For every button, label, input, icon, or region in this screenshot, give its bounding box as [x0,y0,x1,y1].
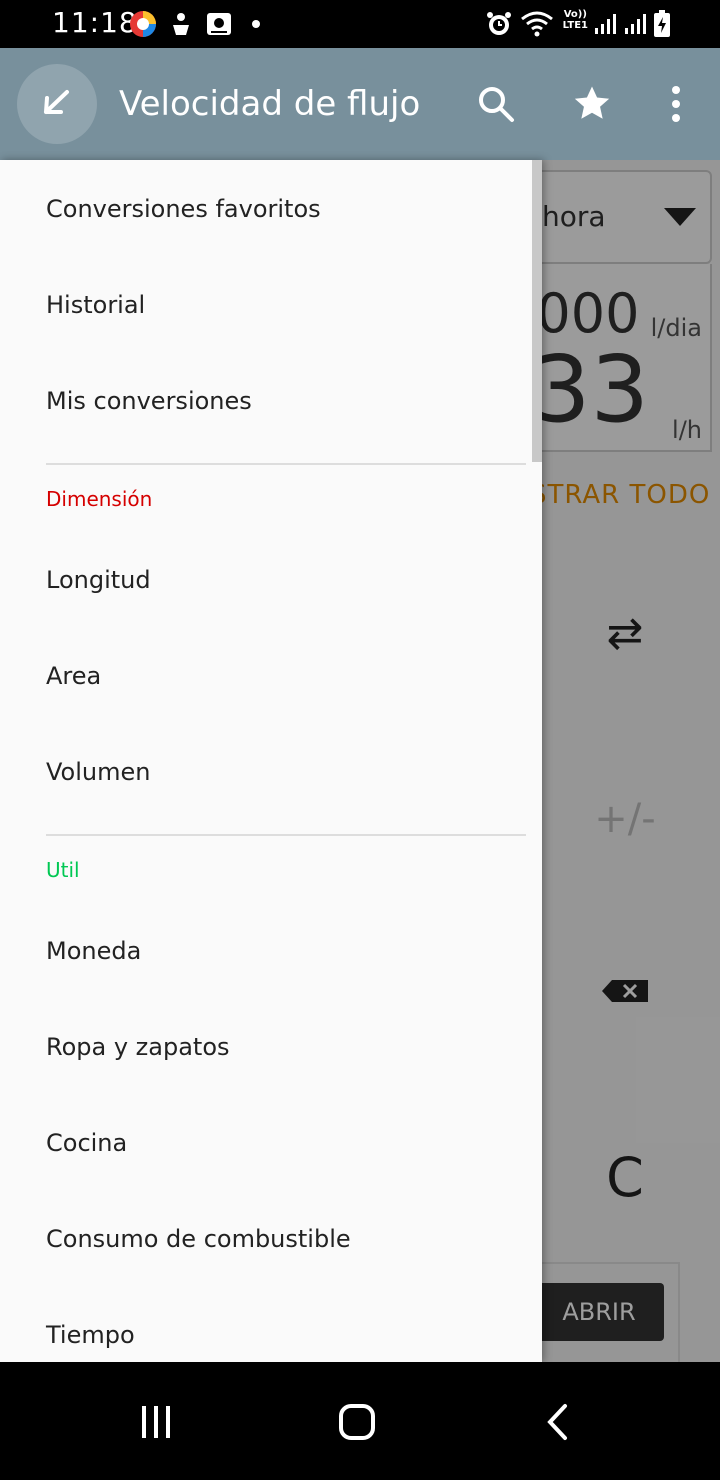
home-icon [339,1404,375,1440]
wifi-icon [520,9,554,39]
back-arrow-icon [44,90,69,114]
more-options-button[interactable] [650,78,702,130]
status-bar: 11:18 Vo)) LTE1 [0,0,720,48]
back-button[interactable] [17,64,97,144]
more-vert-icon [672,86,680,122]
section-title-util: Util [46,858,80,882]
battery-charging-icon [652,9,672,39]
section-title-dimension: Dimensión [46,487,153,511]
favorite-button[interactable] [566,78,618,130]
page-title: Velocidad de flujo [119,84,421,124]
drawer-item-length[interactable]: Longitud [46,566,151,594]
dot-icon [250,9,262,39]
network-type-label: Vo)) LTE1 [562,9,588,31]
divider [46,834,526,836]
recent-apps-icon [142,1406,170,1438]
drawer-item-time[interactable]: Tiempo [46,1321,135,1349]
system-nav-bar [0,1362,720,1480]
star-icon [574,86,610,119]
drawer-item-area[interactable]: Area [46,662,101,690]
search-button[interactable] [470,78,522,130]
drawer-scrollbar[interactable] [532,160,542,462]
drawer-item-my-conversions[interactable]: Mis conversiones [46,387,252,415]
recent-apps-button[interactable] [126,1400,186,1444]
drawer-item-cooking[interactable]: Cocina [46,1129,127,1157]
home-button[interactable] [327,1400,387,1444]
signal-icon [622,9,648,39]
app-notification-icon [128,9,158,39]
signal-icon [592,9,618,39]
download-icon [168,9,194,39]
app-bar: Velocidad de flujo [0,48,720,160]
alarm-icon [484,9,514,39]
photo-icon [204,9,234,39]
drawer-item-clothes-shoes[interactable]: Ropa y zapatos [46,1033,230,1061]
status-time: 11:18 [52,6,138,39]
divider [46,463,526,465]
search-icon [479,87,514,122]
drawer-item-favorites[interactable]: Conversiones favoritos [46,195,321,223]
drawer-item-volume[interactable]: Volumen [46,758,150,786]
back-icon [547,1404,567,1440]
drawer-item-currency[interactable]: Moneda [46,937,141,965]
drawer-item-history[interactable]: Historial [46,291,145,319]
back-nav-button[interactable] [528,1400,588,1444]
drawer-item-fuel-consumption[interactable]: Consumo de combustible [46,1225,351,1253]
navigation-drawer: Conversiones favoritos Historial Mis con… [0,160,542,1362]
